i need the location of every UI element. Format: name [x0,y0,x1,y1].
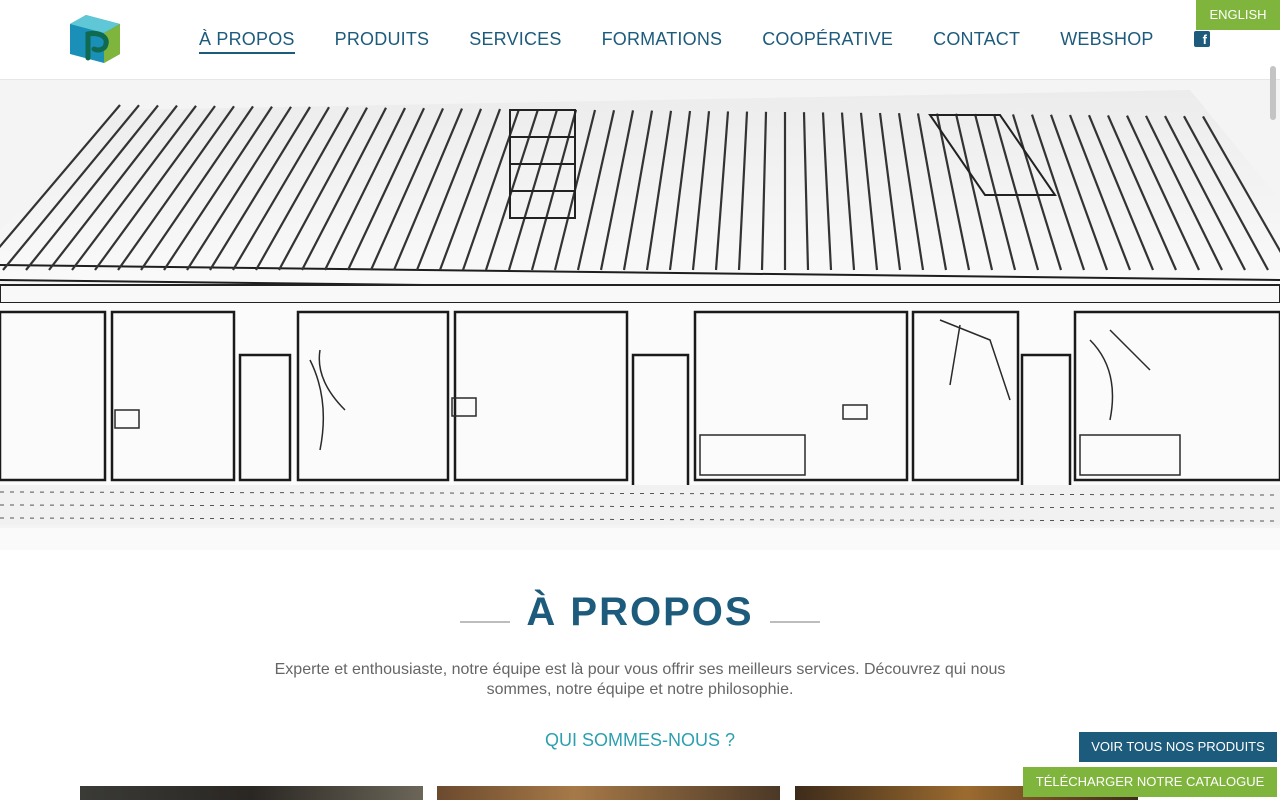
nav-services[interactable]: SERVICES [469,28,561,54]
nav-webshop[interactable]: WEBSHOP [1060,28,1153,54]
team-photo-1[interactable] [80,786,423,800]
section-title: À PROPOS [526,590,754,634]
scrollbar-thumb[interactable] [1270,66,1276,120]
download-catalogue-button[interactable]: TÉLÉCHARGER NOTRE CATALOGUE [1023,767,1277,797]
logo[interactable] [68,12,122,66]
main-nav: À PROPOS PRODUITS SERVICES FORMATIONS CO… [199,28,1194,54]
title-rule-right [770,621,820,623]
team-photo-2[interactable] [437,786,780,800]
nav-contact[interactable]: CONTACT [933,28,1020,54]
nav-formations[interactable]: FORMATIONS [602,28,723,54]
section-heading: À PROPOS [0,590,1280,635]
nav-cooperative[interactable]: COOPÉRATIVE [762,28,893,54]
view-all-products-button[interactable]: VOIR TOUS NOS PRODUITS [1079,732,1277,762]
site-header: À PROPOS PRODUITS SERVICES FORMATIONS CO… [0,0,1280,80]
nav-produits[interactable]: PRODUITS [335,28,430,54]
building-sketch-image [0,80,1280,550]
intro-text: Experte et enthousiaste, notre équipe es… [274,661,1006,698]
page: À PROPOS PRODUITS SERVICES FORMATIONS CO… [0,0,1280,800]
facebook-icon[interactable]: f [1194,31,1210,47]
hero-image [0,80,1280,550]
language-switch-button[interactable]: ENGLISH [1196,0,1280,30]
nav-a-propos[interactable]: À PROPOS [199,28,295,54]
